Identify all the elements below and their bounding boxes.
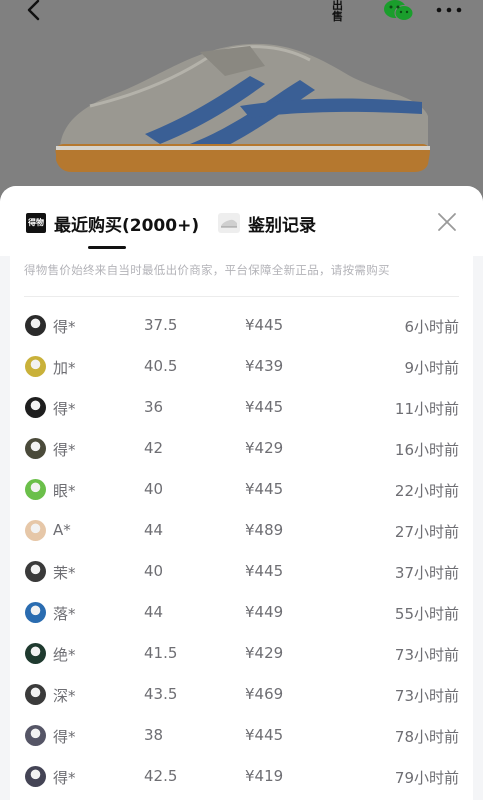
purchase-row: 深* 43.5 ¥469 73小时前: [10, 675, 473, 716]
shoe-size: 40: [144, 480, 164, 498]
purchase-price: ¥445: [245, 316, 284, 334]
purchase-time: 73小时前: [394, 687, 459, 705]
buyer-avatar: [25, 520, 46, 541]
more-icon[interactable]: [434, 0, 464, 20]
tab-recent-purchases[interactable]: 得物 最近购买(2000+): [26, 210, 199, 236]
purchase-row: 加* 40.5 ¥439 9小时前: [10, 347, 473, 388]
buyer-avatar: [25, 315, 46, 336]
buyer-avatar: [25, 438, 46, 459]
buyer-name: 眼*: [53, 482, 76, 500]
shoe-size: 42.5: [144, 767, 178, 785]
top-bar: 出售: [0, 0, 483, 26]
buyer-name: 落*: [53, 605, 76, 623]
tab-authentication-records[interactable]: 鉴别记录: [218, 210, 316, 236]
shoe-size: 38: [144, 726, 164, 744]
price-notice: 得物售价始终来自当时最低出价商家，平台保障全新正品，请按需购买: [24, 263, 390, 277]
sell-button[interactable]: 出售: [332, 0, 356, 22]
shoe-thumbnail-icon: [218, 213, 240, 233]
purchase-row: 得* 38 ¥445 78小时前: [10, 716, 473, 757]
product-image-area: 出售: [0, 0, 483, 192]
shoe-size: 44: [144, 521, 164, 539]
buyer-name: A*: [53, 521, 71, 539]
shoe-size: 36: [144, 398, 164, 416]
tab-authentication-records-label: 鉴别记录: [248, 215, 316, 236]
wechat-icon[interactable]: [383, 0, 415, 22]
purchase-price: ¥445: [245, 726, 284, 744]
purchase-price: ¥445: [245, 480, 284, 498]
shoe-size: 37.5: [144, 316, 178, 334]
purchase-row: 落* 44 ¥449 55小时前: [10, 593, 473, 634]
shoe-size: 40.5: [144, 357, 178, 375]
purchase-list: 得* 37.5 ¥445 6小时前 加* 40.5 ¥439 9小时前 得* 36 ¥445 11小时…: [10, 306, 473, 798]
buyer-name: 得*: [53, 400, 76, 418]
active-tab-indicator: [88, 246, 126, 249]
purchase-time: 22小时前: [394, 482, 459, 500]
purchase-row: 得* 42 ¥429 16小时前: [10, 429, 473, 470]
purchase-time: 16小时前: [394, 441, 459, 459]
purchase-price: ¥419: [245, 767, 284, 785]
purchase-price: ¥445: [245, 398, 284, 416]
purchase-row: 得* 37.5 ¥445 6小时前: [10, 306, 473, 347]
purchase-row: 茉* 40 ¥445 37小时前: [10, 552, 473, 593]
recent-purchases-sheet: 得物 最近购买(2000+) 鉴别记录 得物售价始终来自当时最低出价商家，平台保…: [0, 186, 483, 800]
purchase-time: 6小时前: [404, 318, 459, 336]
tab-recent-purchases-label: 最近购买(2000+): [54, 215, 200, 236]
product-shoe-image: [55, 43, 430, 172]
purchase-time: 73小时前: [394, 646, 459, 664]
purchase-time: 37小时前: [394, 564, 459, 582]
buyer-avatar: [25, 684, 46, 705]
purchase-time: 79小时前: [394, 769, 459, 787]
sell-label: 出售: [332, 0, 343, 23]
shoe-size: 40: [144, 562, 164, 580]
shoe-size: 43.5: [144, 685, 178, 703]
buyer-avatar: [25, 397, 46, 418]
dewu-logo-icon: 得物: [26, 213, 46, 233]
buyer-name: 加*: [53, 359, 76, 377]
purchase-list-card: 得物售价始终来自当时最低出价商家，平台保障全新正品，请按需购买 得* 37.5 ¥4…: [10, 256, 473, 800]
buyer-name: 得*: [53, 441, 76, 459]
divider: [24, 296, 459, 297]
buyer-avatar: [25, 725, 46, 746]
purchase-price: ¥469: [245, 685, 284, 703]
purchase-time: 9小时前: [404, 359, 459, 377]
buyer-name: 得*: [53, 318, 76, 336]
buyer-avatar: [25, 356, 46, 377]
buyer-name: 得*: [53, 728, 76, 746]
buyer-avatar: [25, 643, 46, 664]
buyer-avatar: [25, 561, 46, 582]
purchase-price: ¥439: [245, 357, 284, 375]
shoe-size: 44: [144, 603, 164, 621]
purchase-time: 55小时前: [394, 605, 459, 623]
buyer-avatar: [25, 479, 46, 500]
purchase-price: ¥449: [245, 603, 284, 621]
purchase-price: ¥429: [245, 644, 284, 662]
purchase-time: 78小时前: [394, 728, 459, 746]
close-icon[interactable]: [437, 212, 457, 232]
shoe-size: 41.5: [144, 644, 178, 662]
purchase-time: 11小时前: [394, 400, 459, 418]
purchase-row: 得* 42.5 ¥419 79小时前: [10, 757, 473, 798]
buyer-name: 深*: [53, 687, 76, 705]
back-icon[interactable]: [22, 0, 50, 24]
buyer-name: 茉*: [53, 564, 76, 582]
tab-bar: 得物 最近购买(2000+) 鉴别记录: [0, 186, 483, 256]
purchase-row: 眼* 40 ¥445 22小时前: [10, 470, 473, 511]
purchase-row: 得* 36 ¥445 11小时前: [10, 388, 473, 429]
buyer-name: 得*: [53, 769, 76, 787]
purchase-price: ¥429: [245, 439, 284, 457]
purchase-row: A* 44 ¥489 27小时前: [10, 511, 473, 552]
shoe-size: 42: [144, 439, 164, 457]
buyer-name: 绝*: [53, 646, 76, 664]
purchase-price: ¥445: [245, 562, 284, 580]
purchase-row: 绝* 41.5 ¥429 73小时前: [10, 634, 473, 675]
purchase-time: 27小时前: [394, 523, 459, 541]
buyer-avatar: [25, 766, 46, 787]
purchase-price: ¥489: [245, 521, 284, 539]
buyer-avatar: [25, 602, 46, 623]
